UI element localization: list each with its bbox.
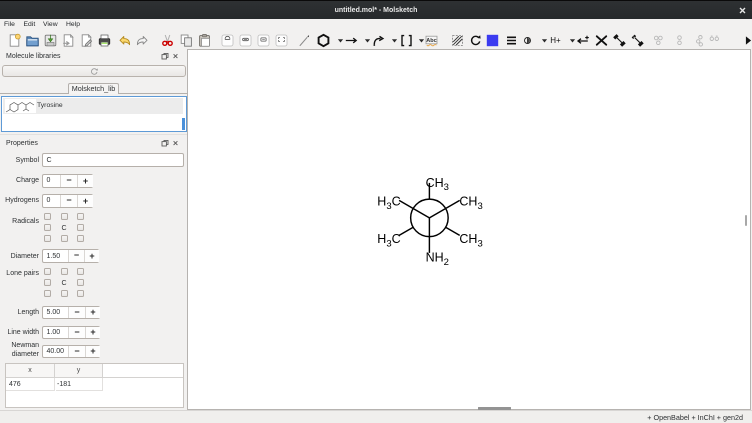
svg-text:CH3: CH3 xyxy=(459,195,482,212)
svg-text:H+: H+ xyxy=(550,36,561,45)
svg-text:Abc: Abc xyxy=(426,38,436,44)
svg-text:H3C: H3C xyxy=(377,195,400,212)
svg-text:CH3: CH3 xyxy=(459,232,482,249)
svg-text:H3C: H3C xyxy=(377,232,400,249)
svg-text:NH2: NH2 xyxy=(426,251,449,268)
